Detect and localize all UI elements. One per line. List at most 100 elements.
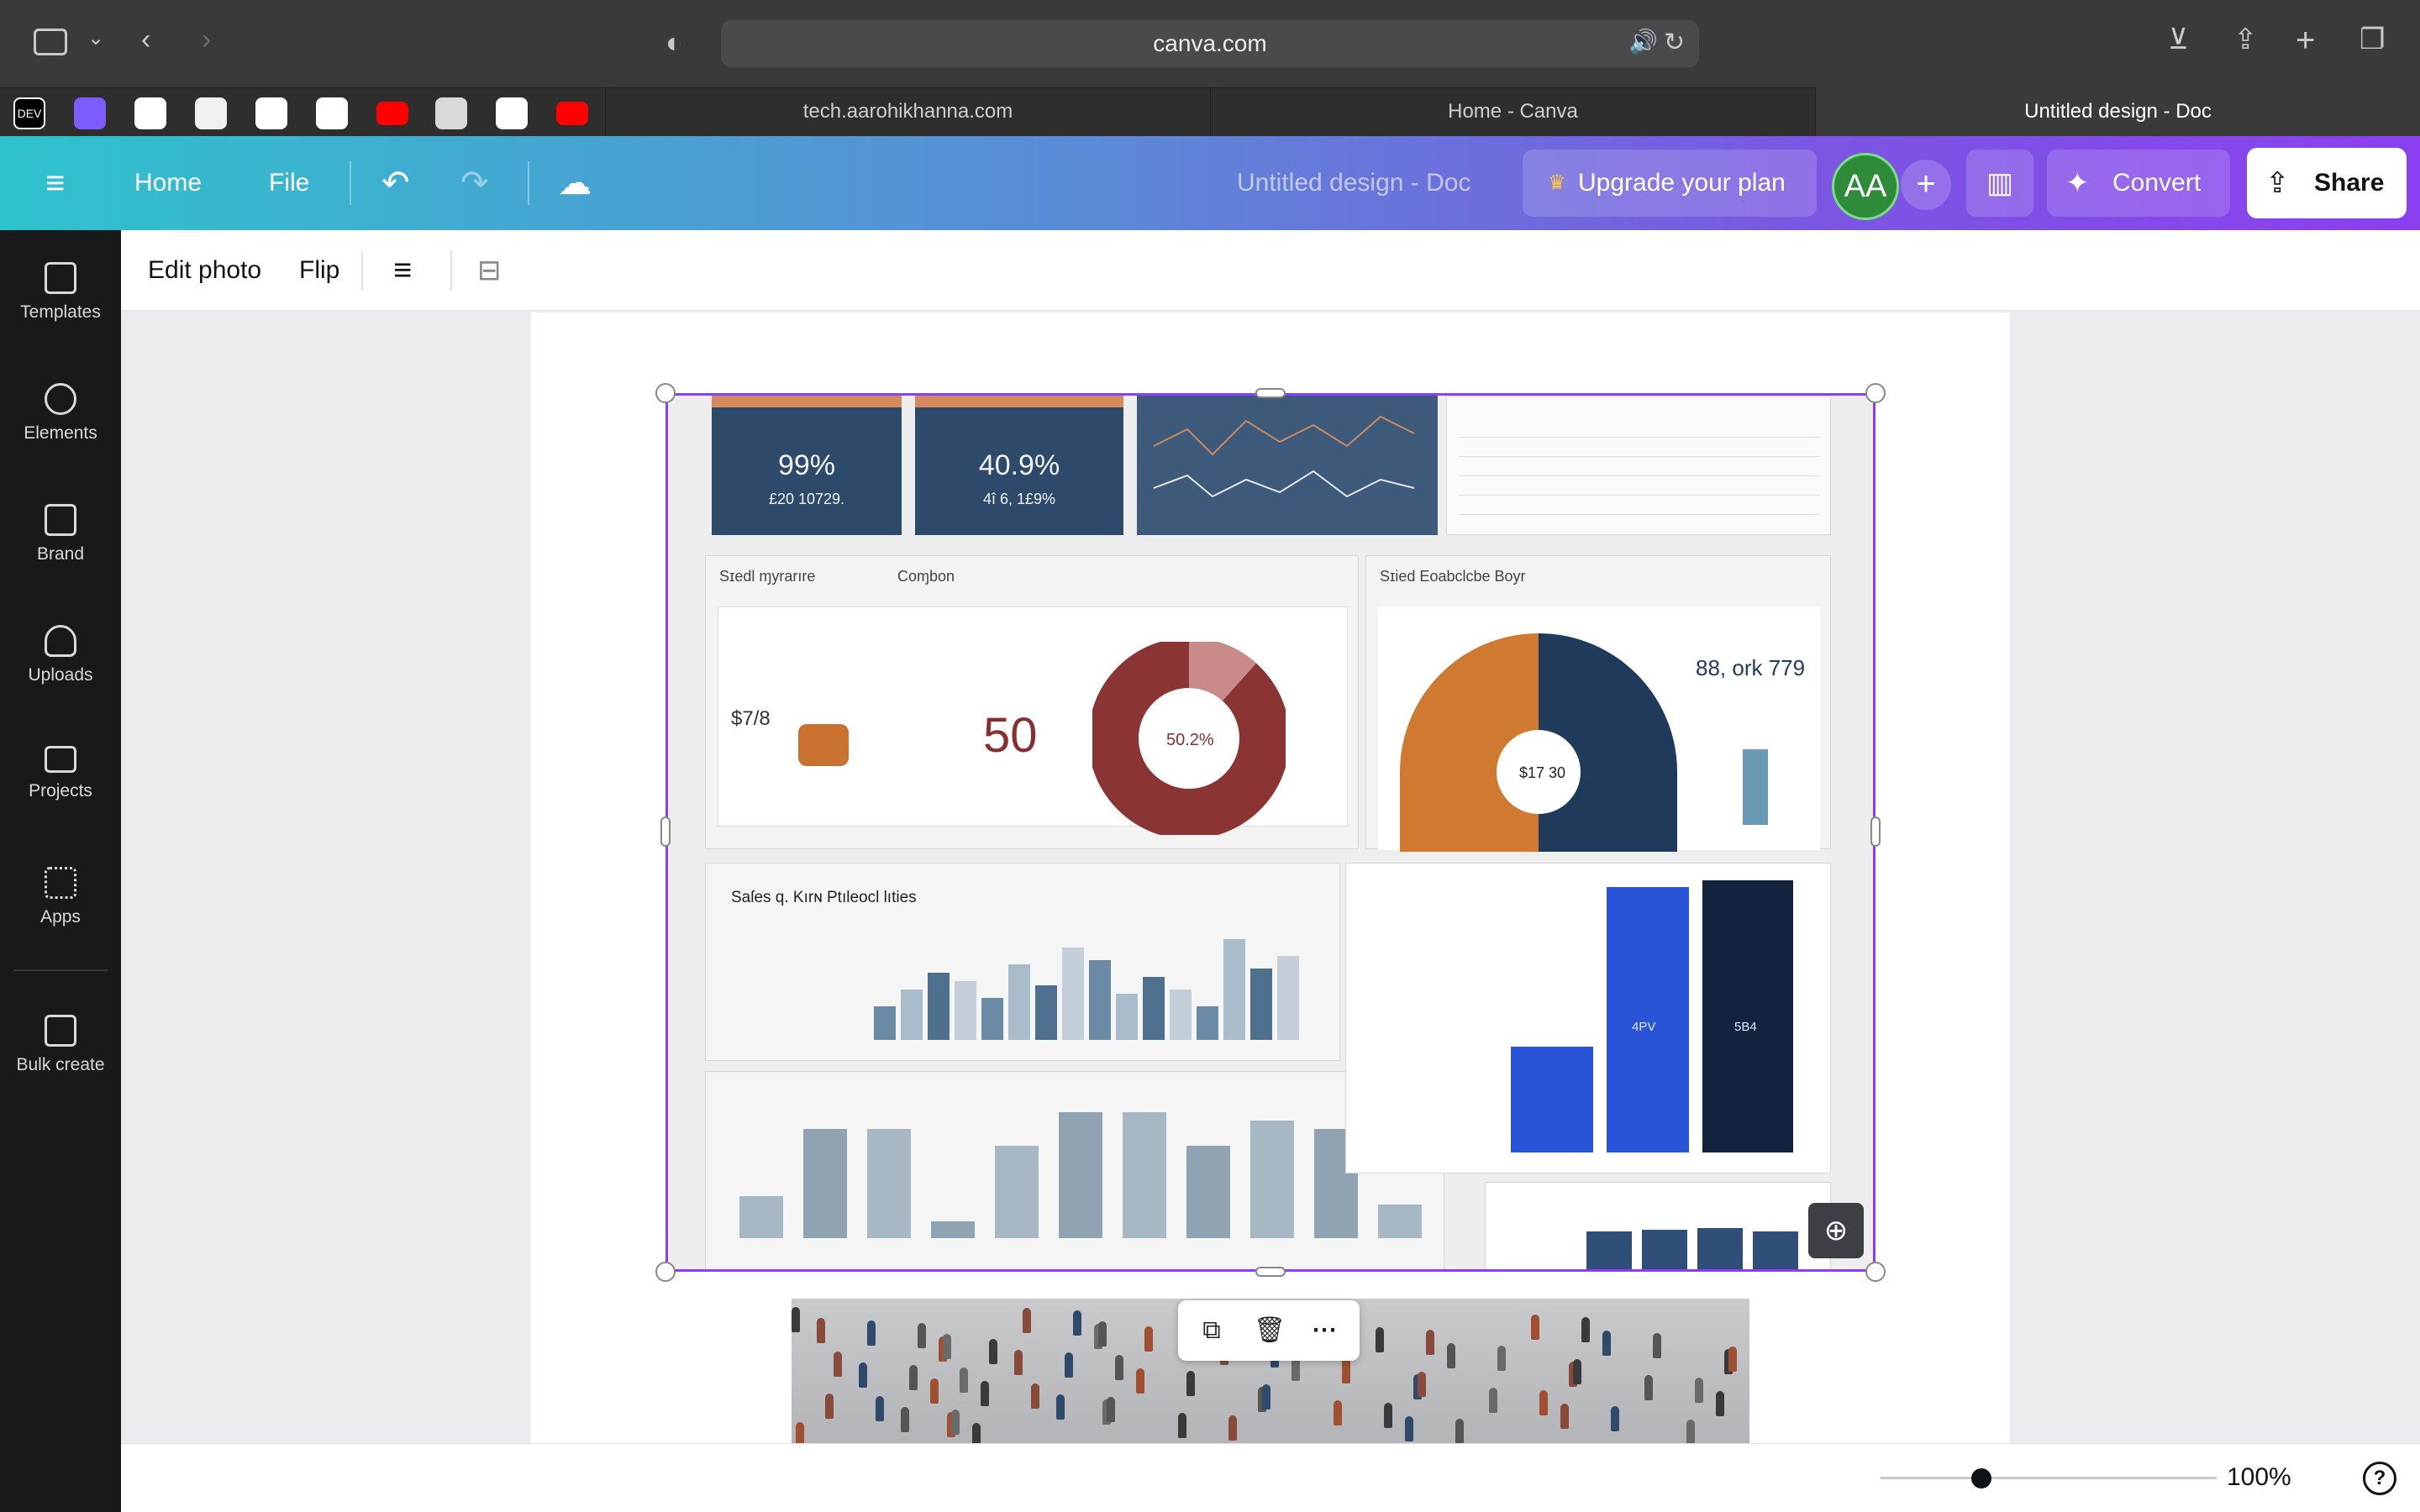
zoom-level[interactable]: 100% [2227,1443,2291,1512]
tab-overview-icon[interactable]: ❐ [2360,25,2385,54]
document-title[interactable]: Untitled design - Doc [1237,136,1470,230]
dashboard-image[interactable]: 99% £20 10729. 40.9% 4î 6, 1£9% Sɪedl ɱy… [666,393,1876,1272]
person [876,1396,884,1421]
bulk-create-icon [45,1015,76,1047]
person [1098,1321,1107,1347]
kpi-value: 99% [777,449,836,481]
menu-icon[interactable]: ≡ [45,136,65,230]
app-icon[interactable] [435,97,467,129]
person [1728,1347,1737,1372]
person [1602,1331,1611,1356]
magic-icon: ✦ [2065,167,2090,199]
zoom-slider-thumb[interactable] [1971,1468,1991,1488]
download-icon[interactable]: ⊻ [2168,25,2189,54]
back-icon[interactable]: ‹ [141,25,150,54]
sidebar-item-bulk-create[interactable]: Bulk create [0,1015,121,1075]
zoom-in-icon[interactable]: ⊕ [1808,1203,1864,1258]
share-icon: ⇪ [2265,167,2290,199]
sidebar-item-projects[interactable]: Projects [0,746,121,801]
person [792,1307,800,1332]
person [981,1381,989,1406]
invite-icon[interactable]: + [1901,160,1951,210]
redo-icon[interactable]: ↷ [460,136,489,230]
github-icon[interactable] [316,97,348,129]
insights-icon[interactable]: ▥ [1966,150,2033,217]
element-floating-toolbar: ⧉ 🗑 ⋯ [1178,1300,1360,1361]
youtube-icon[interactable] [556,102,588,125]
duplicate-icon[interactable]: ⧉ [1197,1315,1227,1346]
resize-handle-bottom[interactable] [1255,1267,1286,1277]
privacy-shield-icon[interactable]: ◐ [666,29,683,57]
resize-handle-tr[interactable] [1865,383,1886,403]
sidebar-item-apps[interactable]: Apps [0,867,121,927]
border-style-icon[interactable]: ≡ [393,230,412,311]
person [1644,1375,1653,1400]
bar [1143,977,1165,1040]
forward-icon[interactable]: › [202,25,211,54]
bar-label: 5B4 [1734,1020,1757,1034]
resize-handle-right[interactable] [1870,816,1881,847]
position-icon[interactable]: ⊟ [477,230,502,311]
resize-handle-left[interactable] [660,816,671,847]
edit-photo-button[interactable]: Edit photo [148,230,261,311]
person [1418,1372,1426,1397]
openai-icon[interactable] [255,97,287,129]
line-chart-card [1137,396,1438,535]
chevron-down-icon[interactable]: ⌄ [87,29,104,49]
resize-handle-tl[interactable] [655,383,676,403]
person [1334,1400,1342,1425]
zoom-slider[interactable] [1881,1477,2217,1479]
share-sheet-icon[interactable]: ⇪ [2233,25,2258,54]
sidebar-item-label: Uploads [28,665,93,685]
divider [361,250,363,291]
sidebar-item-uploads[interactable]: Uploads [0,625,121,685]
more-icon[interactable]: ⋯ [1309,1315,1339,1346]
upgrade-plan-button[interactable]: ♛ Upgrade your plan [1523,150,1817,217]
kpi-card: 40.9% 4î 6, 1£9% [915,396,1123,535]
projects-icon [45,746,76,773]
flip-button[interactable]: Flip [299,230,339,311]
person [817,1318,825,1343]
help-icon[interactable]: ? [2363,1462,2396,1495]
line-chart [1153,415,1415,498]
audio-icon[interactable]: 🔊 [1628,30,1658,54]
divider [450,250,452,291]
tab-label: tech.aarohikhanna.com [802,100,1013,123]
dev-icon[interactable]: DEV [13,97,45,129]
resize-handle-bl[interactable] [655,1262,676,1282]
tab-untitled-design[interactable]: Untitled design - Doc [1815,87,2420,136]
github-icon[interactable] [496,97,528,129]
resize-handle-top[interactable] [1255,388,1286,398]
home-button[interactable]: Home [134,136,202,230]
new-tab-icon[interactable]: + [2296,24,2315,57]
sidebar-item-templates[interactable]: Templates [0,262,121,323]
person [1426,1330,1434,1355]
github-icon[interactable] [134,97,166,129]
file-menu-button[interactable]: File [269,136,309,230]
bar [1089,960,1111,1040]
sidebar-toggle-icon[interactable] [34,29,67,55]
divider [350,161,351,205]
tab-tech-aarohikhanna[interactable]: tech.aarohikhanna.com [605,87,1210,136]
chart-panel-b: Sɪied Eoabclcbe Boyr $17 30 88, ork 779 [1365,555,1831,852]
tab-home-canva[interactable]: Home - Canva [1210,87,1815,136]
sidebar-item-brand[interactable]: Brand [0,504,121,564]
undo-icon[interactable]: ↶ [381,136,410,230]
share-button[interactable]: ⇪ Share [2247,148,2407,218]
podcast-icon[interactable] [74,97,106,129]
bar [1223,939,1245,1040]
donut-center-label: 50.2% [1166,731,1214,749]
address-bar[interactable]: canva.com 🔊 ↻ [721,20,1699,67]
notion-icon[interactable] [195,97,227,129]
cloud-saved-icon[interactable]: ☁ [558,136,592,230]
bar [1062,948,1084,1040]
sidebar-item-elements[interactable]: Elements [0,383,121,444]
youtube-icon[interactable] [376,102,408,125]
reload-icon[interactable]: ↻ [1664,30,1685,55]
person [1115,1355,1123,1380]
convert-button[interactable]: ✦ Convert [2047,150,2230,217]
resize-handle-br[interactable] [1865,1262,1886,1282]
browser-toolbar: ⌄ ‹ › ◐ canva.com 🔊 ↻ ⊻ ⇪ + ❐ [0,0,2420,87]
avatar[interactable]: AA [1832,153,1899,220]
trash-icon[interactable]: 🗑 [1254,1315,1286,1346]
